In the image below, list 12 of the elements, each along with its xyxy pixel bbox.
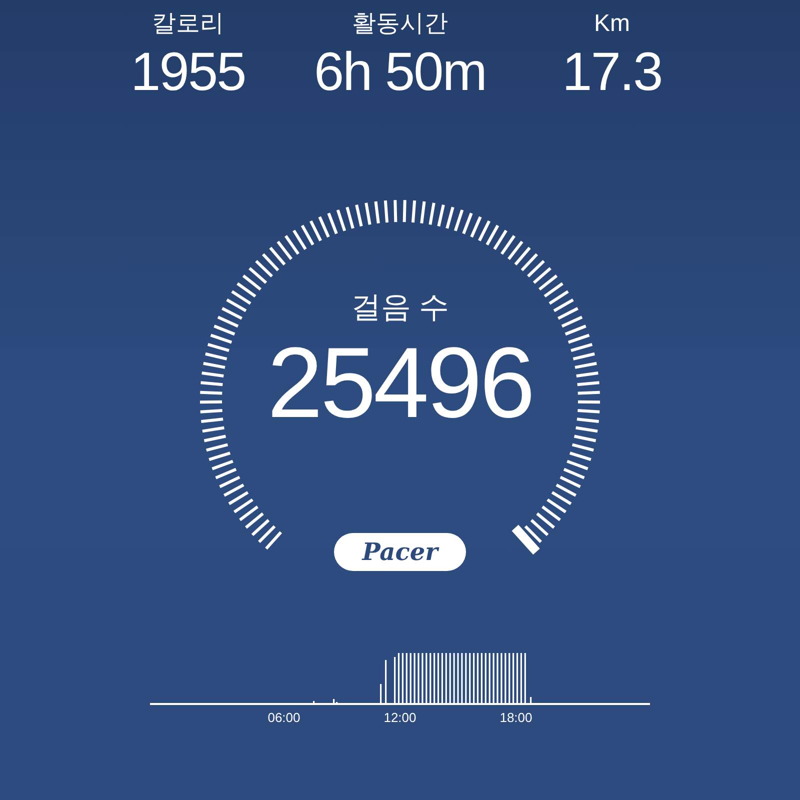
stat-value: 6h 50m xyxy=(314,41,486,104)
time-label: 18:00 xyxy=(498,710,534,726)
time-label: 12:00 xyxy=(382,710,418,726)
time-label: 06:00 xyxy=(266,710,302,726)
app-logo: Pacer xyxy=(334,533,466,571)
stat-label: 활동시간 xyxy=(352,9,448,39)
gauge-label: 걸음 수 xyxy=(350,290,450,326)
step-count: 25496 xyxy=(267,328,533,438)
stat-label: Km xyxy=(594,9,630,39)
stat-label: 칼로리 xyxy=(152,9,224,39)
stat-value: 17.3 xyxy=(562,41,662,104)
stat-value: 1955 xyxy=(130,41,246,104)
